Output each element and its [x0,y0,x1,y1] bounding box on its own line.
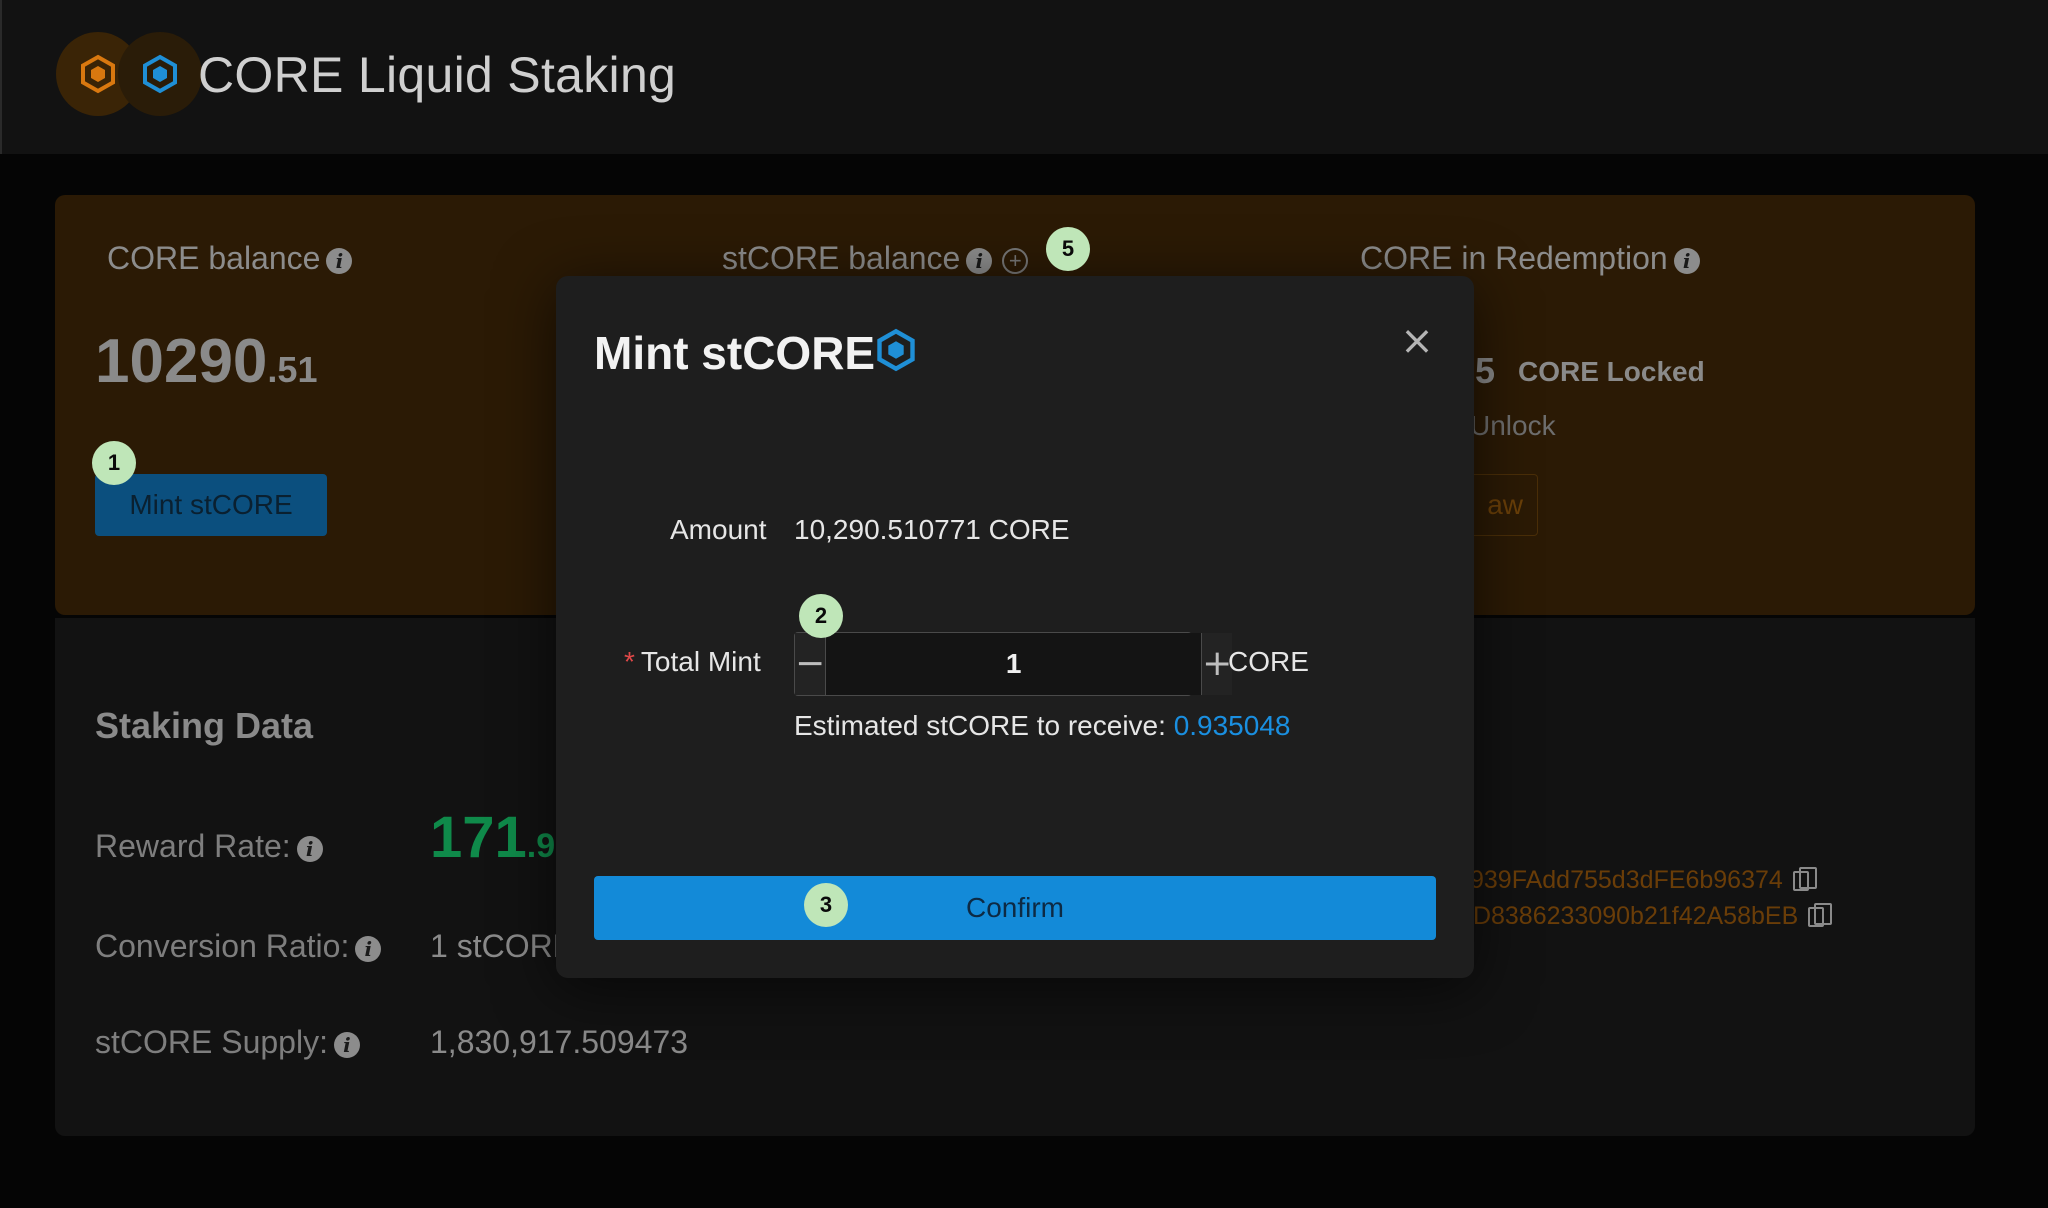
stcore-balance-label: stCORE balance [722,240,961,276]
total-mint-label-row: * Total Mint [624,646,761,678]
core-balance-value: 10290.51 [95,326,317,397]
core-blue-logo-icon [118,32,202,116]
copy-icon[interactable] [1792,867,1817,892]
amount-value: 10,290.510771 CORE [794,514,1070,545]
estimate-label: Estimated stCORE to receive: [794,710,1174,741]
copy-icon[interactable] [1808,903,1833,928]
stcore-token-icon [874,328,918,372]
info-icon[interactable]: i [355,935,382,962]
conversion-value: 1 stCORE [430,928,575,964]
info-icon[interactable]: i [966,247,993,274]
confirm-button[interactable]: Confirm [594,876,1436,940]
reward-rate-value: 171.9 [430,804,555,871]
address-text[interactable]: 939FAdd755d3dFE6b96374 [1470,866,1783,894]
core-balance-label-row: CORE balance i [107,240,353,277]
top-header: CORE Liquid Staking [0,0,2048,154]
required-mark: * [624,646,635,677]
logo [56,32,206,116]
core-balance-label: CORE balance [107,240,321,276]
mint-stcore-modal: Mint stCORE × Amount 10,290.510771 CORE … [556,276,1474,978]
step-marker-2: 2 [799,594,843,638]
info-icon[interactable]: i [1673,247,1700,274]
core-balance-dec: .51 [267,349,318,390]
info-icon[interactable]: i [326,247,353,274]
unlock-label: Unlock [1470,410,1556,441]
conversion-label: Conversion Ratio: [95,928,350,964]
amount-label: Amount [670,514,767,545]
reward-rate-int: 171 [430,805,527,870]
conversion-label-row: Conversion Ratio: i [95,928,382,965]
staking-data-title: Staking Data [95,705,314,746]
reward-rate-label-row: Reward Rate: i [95,828,323,865]
unit-label: CORE [1228,646,1309,677]
page: CORE Liquid Staking CORE balance i 10290.… [0,0,2048,1208]
decrement-button[interactable]: − [795,633,827,695]
estimate-row: Estimated stCORE to receive: 0.935048 [794,710,1290,742]
core-balance-int: 10290 [95,327,268,396]
total-mint-input[interactable] [826,633,1202,695]
estimate-value: 0.935048 [1173,710,1291,741]
redemption-label-row: CORE in Redemption i [1360,240,1700,277]
locked-label: CORE Locked [1518,356,1705,387]
add-token-icon[interactable]: + [1002,247,1029,274]
contract-address-2: :D8386233090b21f42A58bEB [1466,902,1833,931]
contract-address-1: 939FAdd755d3dFE6b96374 [1470,866,1817,895]
supply-label-row: stCORE Supply: i [95,1024,360,1061]
reward-rate-label: Reward Rate: [95,828,291,864]
reward-rate-dec: .9 [526,827,556,865]
app-title: CORE Liquid Staking [198,47,677,103]
close-icon[interactable]: × [1396,320,1438,362]
redemption-label: CORE in Redemption [1360,240,1668,276]
step-marker-3: 3 [804,883,848,927]
locked-value: 5 [1475,350,1496,391]
address-text[interactable]: :D8386233090b21f42A58bEB [1466,902,1798,930]
info-icon[interactable]: i [296,835,323,862]
info-icon[interactable]: i [333,1031,360,1058]
supply-label: stCORE Supply: [95,1024,328,1060]
mint-stcore-button[interactable]: Mint stCORE [95,474,327,536]
step-marker-5: 5 [1046,227,1090,271]
supply-value: 1,830,917.509473 [430,1024,689,1060]
total-mint-label: Total Mint [640,646,761,677]
total-mint-stepper: − + [794,632,1233,696]
stcore-balance-label-row: stCORE balance i + [722,240,1029,277]
step-marker-1: 1 [92,441,136,485]
modal-title: Mint stCORE [594,327,876,379]
